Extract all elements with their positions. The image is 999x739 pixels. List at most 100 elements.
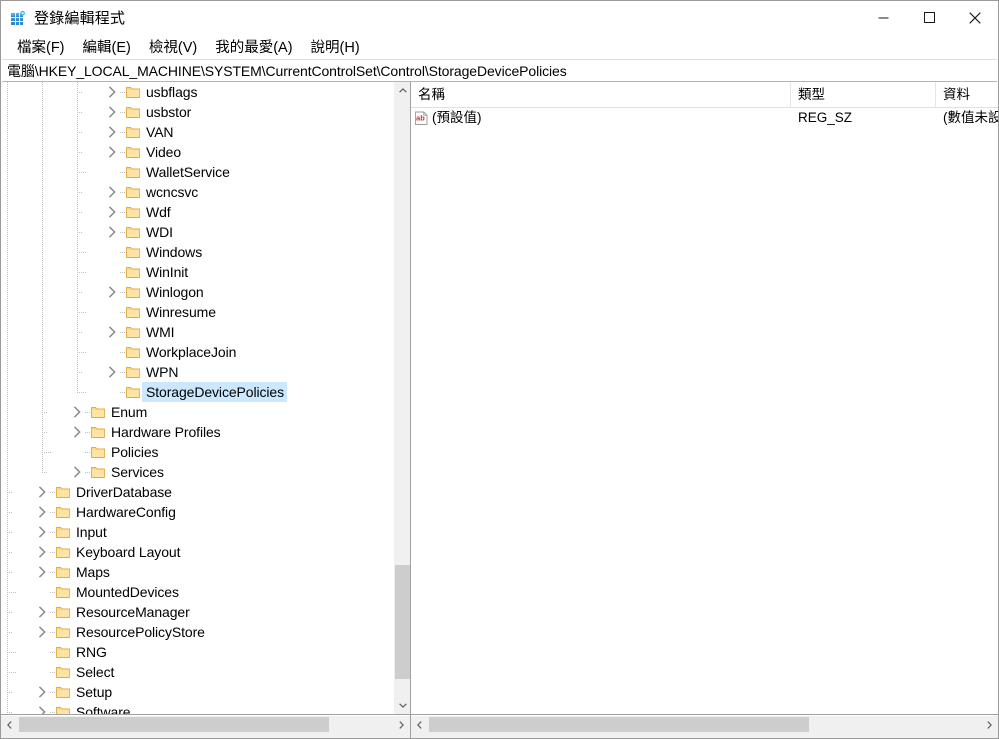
tree-expand-chevron-icon[interactable] [34,544,50,560]
tree-item-usbstor[interactable]: usbstor [1,102,393,122]
tree-scroll-up-button[interactable] [394,82,410,99]
tree-guide-line [7,362,8,382]
tree-item-van[interactable]: VAN [1,122,393,142]
tree-item-windows[interactable]: Windows [1,242,393,262]
tree-hscroll-thumb[interactable] [19,717,329,732]
tree-item-wininit[interactable]: WinInit [1,262,393,282]
tree-expand-chevron-icon[interactable] [104,284,120,300]
tree-item-workplacejoin[interactable]: WorkplaceJoin [1,342,393,362]
menu-help[interactable]: 說明(H) [302,34,369,60]
tree-item-video[interactable]: Video [1,142,393,162]
list-hscroll-left-button[interactable] [411,716,428,733]
menu-file[interactable]: 檔案(F) [8,34,74,60]
tree-item-label: Setup [76,684,113,700]
tree-guide-line [7,162,8,182]
tree-item-winlogon[interactable]: Winlogon [1,282,393,302]
tree-item-setup[interactable]: Setup [1,682,393,702]
tree-item-policies[interactable]: Policies [1,442,393,462]
minimize-button[interactable] [860,1,906,34]
column-header-name[interactable]: 名稱 [411,82,791,107]
tree-item-services[interactable]: Services [1,462,393,482]
tree-item-mounteddevices[interactable]: MountedDevices [1,582,393,602]
tree-item-usbflags[interactable]: usbflags [1,82,393,102]
tree-expand-chevron-icon[interactable] [104,204,120,220]
tree-hscroll-right-button[interactable] [393,716,410,733]
registry-tree-pane: usbflags usbstor VAN Video WalletService wcnc… [1,82,411,714]
tree-elbow-line [77,252,86,253]
tree-horizontal-scrollbar[interactable] [1,715,410,738]
tree-expand-chevron-icon[interactable] [34,564,50,580]
tree-item-software[interactable]: Software [1,702,393,714]
tree-expand-chevron-icon[interactable] [104,124,120,140]
list-hscroll-right-button[interactable] [981,716,998,733]
tree-expand-chevron-icon[interactable] [34,604,50,620]
tree-vertical-scrollbar[interactable] [393,82,410,714]
tree-no-children-spacer [69,444,85,460]
tree-expand-chevron-icon[interactable] [34,484,50,500]
value-list-body[interactable]: ab (預設值) REG_SZ (數值未設 [411,108,998,714]
tree-expand-chevron-icon[interactable] [104,84,120,100]
registry-tree[interactable]: usbflags usbstor VAN Video WalletService wcnc… [1,82,393,714]
tree-guide-line [7,82,8,102]
tree-item-select[interactable]: Select [1,662,393,682]
tree-expand-chevron-icon[interactable] [104,324,120,340]
tree-elbow-line [42,412,47,413]
tree-guide-line [7,122,8,142]
tree-scroll-down-button[interactable] [394,697,410,714]
tree-item-label: WalletService [146,164,230,180]
tree-item-enum[interactable]: Enum [1,402,393,422]
tree-elbow-line [77,292,82,293]
tree-item-wpn[interactable]: WPN [1,362,393,382]
tree-item-input[interactable]: Input [1,522,393,542]
tree-expand-chevron-icon[interactable] [34,704,50,714]
tree-expand-chevron-icon[interactable] [104,184,120,200]
tree-item-wdf[interactable]: Wdf [1,202,393,222]
tree-expand-chevron-icon[interactable] [34,524,50,540]
list-hscroll-thumb[interactable] [429,717,809,732]
tree-elbow-line [42,472,47,473]
tree-item-winresume[interactable]: Winresume [1,302,393,322]
maximize-button[interactable] [906,1,952,34]
tree-guide-line [7,322,8,342]
tree-expand-chevron-icon[interactable] [104,104,120,120]
tree-item-hardware-profiles[interactable]: Hardware Profiles [1,422,393,442]
tree-scroll-thumb[interactable] [395,565,410,679]
tree-expand-chevron-icon[interactable] [34,684,50,700]
tree-item-walletservice[interactable]: WalletService [1,162,393,182]
close-button[interactable] [952,1,998,34]
tree-item-hardwareconfig[interactable]: HardwareConfig [1,502,393,522]
menu-favorites[interactable]: 我的最愛(A) [206,34,301,60]
tree-expand-chevron-icon[interactable] [69,404,85,420]
tree-guide-line [7,502,8,522]
tree-item-driverdatabase[interactable]: DriverDatabase [1,482,393,502]
tree-expand-chevron-icon[interactable] [34,624,50,640]
tree-item-wcncsvc[interactable]: wcncsvc [1,182,393,202]
address-bar[interactable]: 電腦\HKEY_LOCAL_MACHINE\SYSTEM\CurrentCont… [2,59,997,82]
tree-expand-chevron-icon[interactable] [104,224,120,240]
tree-expand-chevron-icon[interactable] [104,364,120,380]
column-header-type[interactable]: 類型 [791,82,936,107]
tree-item-label: Hardware Profiles [111,424,221,440]
tree-hscroll-left-button[interactable] [1,716,18,733]
tree-item-maps[interactable]: Maps [1,562,393,582]
list-horizontal-scrollbar[interactable] [411,715,998,738]
tree-expand-chevron-icon[interactable] [69,464,85,480]
tree-expand-chevron-icon[interactable] [34,504,50,520]
value-row[interactable]: ab (預設值) REG_SZ (數值未設 [411,108,998,128]
tree-guide-line [77,302,78,322]
tree-item-wmi[interactable]: WMI [1,322,393,342]
tree-item-rng[interactable]: RNG [1,642,393,662]
menu-edit[interactable]: 編輯(E) [74,34,140,60]
tree-item-storagedevicepolicies[interactable]: StorageDevicePolicies [1,382,393,402]
tree-item-resourcepolicystore[interactable]: ResourcePolicyStore [1,622,393,642]
tree-no-children-spacer [104,304,120,320]
tree-expand-chevron-icon[interactable] [104,144,120,160]
tree-item-resourcemanager[interactable]: ResourceManager [1,602,393,622]
tree-expand-chevron-icon[interactable] [69,424,85,440]
tree-item-keyboard-layout[interactable]: Keyboard Layout [1,542,393,562]
tree-elbow-line [77,352,86,353]
tree-item-wdi[interactable]: WDI [1,222,393,242]
menu-view[interactable]: 檢視(V) [140,34,206,60]
column-header-data[interactable]: 資料 [936,82,998,107]
tree-elbow-line [77,232,82,233]
